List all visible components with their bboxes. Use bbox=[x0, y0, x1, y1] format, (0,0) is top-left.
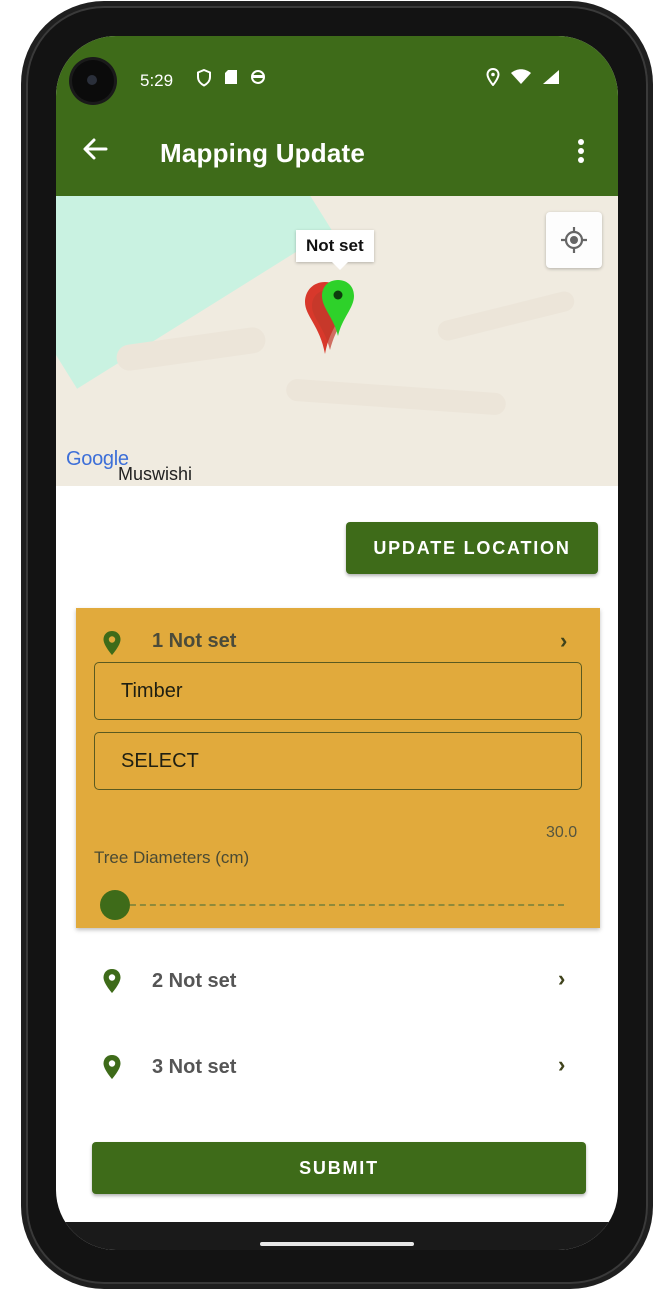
status-icons-right bbox=[486, 68, 560, 86]
map-road bbox=[285, 378, 507, 416]
my-location-button[interactable] bbox=[546, 212, 602, 268]
home-gesture-handle[interactable] bbox=[260, 1242, 414, 1246]
chevron-right-icon[interactable]: › bbox=[558, 1052, 565, 1078]
camera-icon bbox=[72, 60, 114, 102]
status-bar: 5:29 bbox=[56, 36, 618, 114]
wifi-icon bbox=[511, 69, 531, 84]
entry-item-2[interactable]: 2 Not set › bbox=[76, 950, 600, 1010]
sync-icon bbox=[251, 70, 265, 84]
app-screen: 5:29 Mapping Update Not set Google Muswi… bbox=[56, 36, 618, 1250]
diameter-slider-thumb[interactable] bbox=[100, 890, 130, 920]
sd-card-icon bbox=[225, 70, 237, 84]
shield-icon bbox=[197, 69, 211, 87]
diameter-slider-track[interactable] bbox=[120, 904, 564, 906]
signal-icon bbox=[543, 70, 559, 84]
slider-max-value: 30.0 bbox=[546, 824, 578, 841]
timber-field[interactable]: Timber bbox=[94, 662, 582, 720]
map-view[interactable]: Not set Google Muswishi bbox=[56, 196, 618, 486]
entry-title: 2 Not set bbox=[152, 970, 237, 992]
phone-bezel: 5:29 Mapping Update Not set Google Muswi… bbox=[56, 36, 618, 1250]
map-pin-green-icon[interactable] bbox=[320, 278, 356, 338]
marker-info-window: Not set bbox=[296, 230, 374, 270]
location-icon bbox=[486, 68, 500, 86]
arrow-left-icon[interactable] bbox=[80, 134, 110, 164]
map-place-label: Muswishi bbox=[118, 464, 193, 484]
app-bar: Mapping Update bbox=[56, 114, 618, 196]
slider-label: Tree Diameters (cm) bbox=[94, 848, 250, 867]
submit-button[interactable]: SUBMIT bbox=[92, 1142, 586, 1194]
status-icons-left bbox=[196, 69, 266, 87]
status-time: 5:29 bbox=[140, 71, 174, 90]
location-pin-icon bbox=[103, 631, 121, 655]
my-location-icon bbox=[561, 227, 587, 253]
entry-title: 1 Not set bbox=[152, 630, 237, 652]
update-location-button[interactable]: UPDATE LOCATION bbox=[346, 522, 598, 574]
map-road bbox=[435, 289, 577, 343]
location-pin-icon bbox=[103, 1055, 121, 1079]
entry-header[interactable]: 1 Not set › bbox=[76, 608, 600, 668]
chevron-right-icon[interactable]: › bbox=[560, 628, 567, 654]
location-pin-icon bbox=[103, 969, 121, 993]
entry-title: 3 Not set bbox=[152, 1056, 237, 1078]
chevron-right-icon[interactable]: › bbox=[558, 966, 565, 992]
more-vert-icon[interactable] bbox=[576, 136, 586, 168]
phone-frame: 5:29 Mapping Update Not set Google Muswi… bbox=[26, 6, 648, 1284]
page-title: Mapping Update bbox=[160, 138, 366, 168]
entry-card-expanded: 1 Not set › Timber SELECT 30.0 Tree Diam… bbox=[76, 608, 600, 928]
select-field[interactable]: SELECT bbox=[94, 732, 582, 790]
entry-item-3[interactable]: 3 Not set › bbox=[76, 1036, 600, 1096]
